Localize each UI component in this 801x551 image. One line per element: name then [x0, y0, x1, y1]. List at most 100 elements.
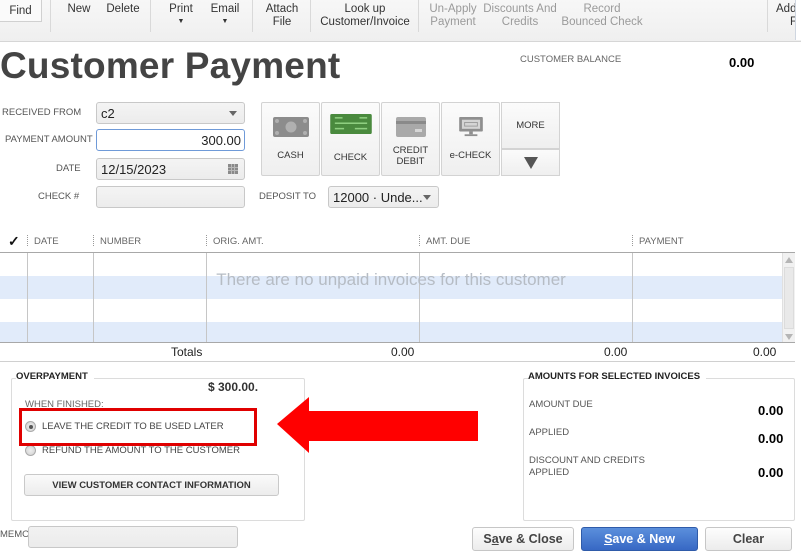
check-label: CHECK [333, 152, 368, 163]
discounts-label: Discounts And [483, 3, 557, 15]
delete-label: Delete [106, 3, 140, 15]
payment-amount-label: PAYMENT AMOUNT [5, 134, 93, 145]
delete-button[interactable]: Delete [105, 0, 141, 42]
column-divider [419, 253, 420, 342]
debit-label: DEBIT [396, 156, 425, 167]
new-label: New [67, 3, 91, 15]
payment-method-check[interactable]: CHECK [321, 102, 380, 176]
save-close-label: ve & Close [498, 532, 563, 546]
save-new-button[interactable]: Save & New [581, 527, 698, 551]
column-divider [632, 253, 633, 342]
annotation-arrow-icon [277, 397, 478, 453]
toolbar-divider [252, 0, 253, 32]
print-label: Print [169, 3, 193, 15]
overpayment-title: OVERPAYMENT [16, 371, 94, 382]
more-payment-methods-button[interactable]: MORE [501, 102, 560, 149]
grid-row[interactable] [0, 299, 782, 322]
check-number-input[interactable] [96, 186, 245, 208]
column-divider [93, 253, 94, 342]
received-from-dropdown[interactable]: c2 [96, 102, 245, 124]
view-customer-contact-button[interactable]: VIEW CUSTOMER CONTACT INFORMATION [24, 474, 279, 496]
payment-method-echeck[interactable]: e-CHECK [441, 102, 500, 176]
scroll-thumb[interactable] [784, 267, 794, 329]
payment-amount-input[interactable]: 300.00 [96, 129, 245, 151]
total-amt-due: 0.00 [604, 345, 628, 359]
credit-label: CREDIT [392, 145, 429, 156]
save-new-label: ave & New [612, 532, 675, 546]
received-from-value: c2 [101, 105, 115, 121]
record-label: Bounced Check [561, 16, 643, 28]
discounts-label: Credits [501, 16, 539, 28]
chevron-down-icon [423, 195, 431, 200]
radio-button[interactable] [25, 445, 36, 456]
save-close-button[interactable]: Sa ve & Close [472, 527, 574, 551]
find-button[interactable]: Find [0, 0, 42, 22]
email-label: Email [210, 3, 240, 15]
column-number[interactable]: NUMBER [100, 236, 141, 247]
column-orig-amt[interactable]: ORIG. AMT. [213, 236, 264, 247]
customer-balance-value: 0.00 [729, 55, 755, 70]
attach-file-button[interactable]: Attach File [264, 0, 300, 42]
unapply-label: Un-Apply [429, 3, 477, 15]
payment-method-credit-debit[interactable]: CREDIT DEBIT [381, 102, 440, 176]
memo-label: MEMO [0, 529, 30, 540]
deposit-to-dropdown[interactable]: 12000 · Unde... [328, 186, 439, 208]
refund-label: REFUND THE AMOUNT TO THE CUSTOMER [42, 445, 240, 456]
payment-method-cash[interactable]: CASH [261, 102, 320, 176]
date-value: 12/15/2023 [101, 161, 167, 177]
refund-option[interactable]: REFUND THE AMOUNT TO THE CUSTOMER [25, 445, 240, 456]
toolbar-divider [310, 0, 311, 32]
check-number-label: CHECK # [38, 191, 80, 202]
amounts-title: AMOUNTS FOR SELECTED INVOICES [528, 371, 707, 382]
column-resize-handle[interactable] [27, 235, 28, 246]
toolbar-divider [418, 0, 419, 32]
clear-button[interactable]: Clear [705, 527, 792, 551]
chevron-down-icon [229, 111, 237, 116]
overpayment-amount: $ 300.00. [208, 380, 259, 394]
print-button[interactable]: Print ▼ [167, 0, 195, 42]
column-resize-handle[interactable] [632, 235, 633, 246]
calendar-icon[interactable] [228, 164, 238, 174]
checkmark-column-icon[interactable]: ✓ [8, 233, 20, 250]
page-title: Customer Payment [0, 45, 341, 86]
deposit-to-label: DEPOSIT TO [259, 191, 317, 202]
more-dropdown-button[interactable] [501, 149, 560, 176]
column-divider [27, 253, 28, 342]
unapply-label: Payment [430, 16, 476, 28]
grid-scrollbar[interactable] [782, 253, 795, 342]
column-resize-handle[interactable] [419, 235, 420, 246]
discount-credits-label-2: APPLIED [529, 467, 570, 478]
add-label: Add [776, 3, 797, 15]
new-button[interactable]: New [66, 0, 92, 42]
column-date[interactable]: DATE [34, 236, 59, 247]
column-resize-handle[interactable] [93, 235, 94, 246]
credit-card-icon [395, 117, 426, 137]
invoice-grid: There are no unpaid invoices for this cu… [0, 252, 795, 343]
column-amt-due[interactable]: AMT. DUE [426, 236, 470, 247]
discounts-credits-button[interactable]: Discounts And Credits [482, 0, 558, 42]
amount-due-value: 0.00 [758, 403, 784, 418]
column-resize-handle[interactable] [206, 235, 207, 246]
attach-label: File [272, 16, 292, 28]
applied-value: 0.00 [758, 431, 784, 446]
grid-empty-message: There are no unpaid invoices for this cu… [216, 270, 566, 289]
add-label: F [790, 16, 798, 28]
lookup-label: Customer/Invoice [320, 16, 410, 28]
triangle-down-icon [523, 156, 538, 169]
lookup-label: Look up [344, 3, 386, 15]
lookup-customer-invoice-button[interactable]: Look up Customer/Invoice [320, 0, 410, 42]
scroll-up-icon[interactable] [785, 257, 793, 263]
record-bounced-check-button[interactable]: Record Bounced Check [561, 0, 643, 42]
deposit-to-value: 12000 · Unde... [333, 189, 423, 205]
scroll-down-icon[interactable] [785, 334, 793, 340]
cash-icon [272, 117, 309, 137]
check-icon [329, 114, 372, 134]
memo-input[interactable] [28, 526, 238, 548]
cash-label: CASH [277, 150, 304, 161]
grid-row[interactable] [0, 322, 782, 342]
column-payment[interactable]: PAYMENT [639, 236, 684, 247]
email-button[interactable]: Email ▼ [209, 0, 241, 42]
date-input[interactable]: 12/15/2023 [96, 158, 245, 180]
unapply-payment-button[interactable]: Un-Apply Payment [428, 0, 478, 42]
toolbar-divider [767, 0, 768, 32]
